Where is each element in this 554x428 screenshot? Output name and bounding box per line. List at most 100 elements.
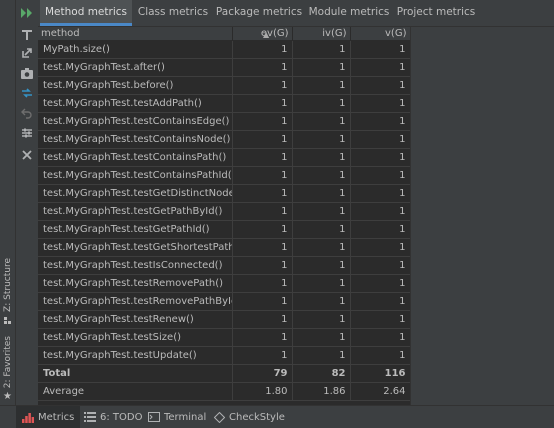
table-row[interactable]: test.MyGraphTest.testSize() 1 1 1: [38, 328, 411, 347]
iv-cell: 1: [292, 58, 351, 77]
camera-icon[interactable]: [16, 64, 38, 82]
bottom-tab-todo[interactable]: 6: TODO: [84, 406, 142, 428]
column-header-method[interactable]: method: [38, 27, 233, 41]
column-header-v[interactable]: v(G): [350, 27, 411, 41]
ev-cell: 1: [232, 346, 293, 365]
total-row[interactable]: Total 79 82 116: [38, 364, 411, 383]
bottom-tab-metrics[interactable]: Metrics: [16, 406, 81, 428]
iv-cell: 1: [292, 202, 351, 221]
filter-icon[interactable]: [16, 26, 38, 44]
column-header-ev[interactable]: ev(G): [232, 27, 293, 41]
bottom-tab-checkstyle[interactable]: CheckStyle: [214, 406, 285, 428]
average-iv: 1.86: [292, 382, 351, 401]
bottom-tab-terminal[interactable]: Terminal: [148, 406, 206, 428]
iv-cell: 1: [292, 328, 351, 347]
ev-cell: 1: [232, 94, 293, 113]
iv-cell: 1: [292, 220, 351, 239]
tab-method-metrics[interactable]: Method metrics: [40, 0, 132, 26]
tab-module-metrics[interactable]: Module metrics: [306, 0, 392, 26]
checkstyle-icon: [214, 411, 225, 423]
table-row[interactable]: test.MyGraphTest.before() 1 1 1: [38, 76, 411, 95]
bottom-tab-metrics-label: Metrics: [38, 411, 75, 423]
v-cell: 1: [350, 328, 411, 347]
iv-cell: 1: [292, 94, 351, 113]
iv-cell: 1: [292, 76, 351, 95]
run-icon[interactable]: [16, 4, 38, 22]
iv-cell: 1: [292, 238, 351, 257]
v-cell: 1: [350, 94, 411, 113]
method-cell: test.MyGraphTest.testGetDistinctNodeCo: [38, 184, 233, 203]
tab-project-metrics[interactable]: Project metrics: [394, 0, 478, 26]
v-cell: 1: [350, 166, 411, 185]
method-cell: test.MyGraphTest.testContainsPathId(): [38, 166, 233, 185]
method-cell: test.MyGraphTest.testUpdate(): [38, 346, 233, 365]
iv-cell: 1: [292, 112, 351, 131]
table-row[interactable]: test.MyGraphTest.testRenew() 1 1 1: [38, 310, 411, 329]
table-row[interactable]: test.MyGraphTest.testContainsNode() 1 1 1: [38, 130, 411, 149]
tab-class-metrics[interactable]: Class metrics: [134, 0, 212, 26]
v-cell: 1: [350, 292, 411, 311]
table-row[interactable]: test.MyGraphTest.testGetPathId() 1 1 1: [38, 220, 411, 239]
undo-icon[interactable]: [16, 104, 38, 122]
ev-cell: 1: [232, 130, 293, 149]
bottom-tab-terminal-label: Terminal: [164, 411, 207, 423]
close-icon[interactable]: [16, 146, 38, 164]
bottom-tab-todo-label: 6: TODO: [100, 411, 143, 423]
column-header-iv[interactable]: iv(G): [292, 27, 351, 41]
settings-icon[interactable]: [16, 124, 38, 142]
iv-cell: 1: [292, 346, 351, 365]
table-row[interactable]: MyPath.size() 1 1 1: [38, 40, 411, 59]
table-row[interactable]: test.MyGraphTest.testGetPathById() 1 1 1: [38, 202, 411, 221]
table-row[interactable]: test.MyGraphTest.testRemovePath() 1 1 1: [38, 274, 411, 293]
ev-cell: 1: [232, 166, 293, 185]
method-cell: test.MyGraphTest.testContainsEdge(): [38, 112, 233, 131]
table-row[interactable]: test.MyGraphTest.testIsConnected() 1 1 1: [38, 256, 411, 275]
bottom-tool-bar: Metrics 6: TODO Terminal CheckStyle: [0, 405, 554, 428]
table-row[interactable]: test.MyGraphTest.testRemovePathById() 1 1 1: [38, 292, 411, 311]
average-row[interactable]: Average 1.80 1.86 2.64: [38, 382, 411, 401]
bottom-tab-checkstyle-label: CheckStyle: [229, 411, 285, 423]
method-cell: test.MyGraphTest.testIsConnected(): [38, 256, 233, 275]
ev-cell: 1: [232, 112, 293, 131]
total-iv: 82: [292, 364, 351, 383]
v-cell: 1: [350, 112, 411, 131]
method-cell: test.MyGraphTest.after(): [38, 58, 233, 77]
table-row[interactable]: test.MyGraphTest.testContainsPath() 1 1 1: [38, 148, 411, 167]
ev-cell: 1: [232, 238, 293, 257]
iv-cell: 1: [292, 130, 351, 149]
table-row[interactable]: test.MyGraphTest.testGetShortestPathLen 1…: [38, 238, 411, 257]
iv-cell: 1: [292, 274, 351, 293]
v-cell: 1: [350, 130, 411, 149]
average-v: 2.64: [350, 382, 411, 401]
export-icon[interactable]: [16, 44, 38, 62]
side-tab-structure-label: Z: Structure: [2, 258, 13, 312]
ev-cell: 1: [232, 76, 293, 95]
total-v: 116: [350, 364, 411, 383]
v-cell: 1: [350, 346, 411, 365]
metrics-table-area: ▲ method ev(G) iv(G) v(G) MyPath.size() 1…: [38, 27, 411, 405]
table-row[interactable]: test.MyGraphTest.testUpdate() 1 1 1: [38, 346, 411, 365]
v-cell: 1: [350, 220, 411, 239]
iv-cell: 1: [292, 166, 351, 185]
v-cell: 1: [350, 238, 411, 257]
sort-asc-icon: ▲: [263, 30, 270, 39]
table-row[interactable]: test.MyGraphTest.after() 1 1 1: [38, 58, 411, 77]
table-row[interactable]: test.MyGraphTest.testGetDistinctNodeCo 1 1…: [38, 184, 411, 203]
diff-icon[interactable]: [16, 84, 38, 102]
star-icon: ★: [3, 391, 12, 403]
ev-cell: 1: [232, 148, 293, 167]
side-tab-structure[interactable]: Z: Structure: [0, 258, 15, 325]
method-cell: test.MyGraphTest.testRemovePathById(): [38, 292, 233, 311]
table-row[interactable]: test.MyGraphTest.testAddPath() 1 1 1: [38, 94, 411, 113]
v-cell: 1: [350, 76, 411, 95]
table-row[interactable]: test.MyGraphTest.testContainsEdge() 1 1 1: [38, 112, 411, 131]
side-tab-favorites[interactable]: 2: Favorites ★: [0, 336, 15, 402]
table-row[interactable]: test.MyGraphTest.testContainsPathId() 1 1 1: [38, 166, 411, 185]
average-ev: 1.80: [232, 382, 293, 401]
total-label: Total: [38, 364, 233, 383]
method-cell: test.MyGraphTest.before(): [38, 76, 233, 95]
tab-package-metrics[interactable]: Package metrics: [214, 0, 304, 26]
v-cell: 1: [350, 310, 411, 329]
method-cell: test.MyGraphTest.testAddPath(): [38, 94, 233, 113]
v-cell: 1: [350, 184, 411, 203]
